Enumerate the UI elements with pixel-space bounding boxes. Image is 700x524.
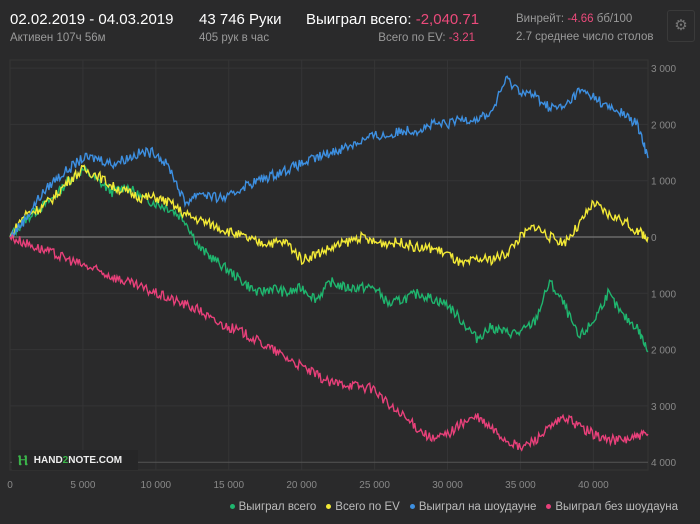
- legend-label: Выиграл всего: [238, 501, 317, 513]
- winrate: Винрейт: -4.66 бб/100: [516, 13, 632, 25]
- legend-item[interactable]: Всего по EV: [326, 501, 400, 513]
- profit-chart: 0 5 000 10 000 15 000 20 000 25 000 30 000 35 0…: [7, 59, 676, 491]
- series-line: [9, 75, 649, 238]
- legend-label: Выиграл без шоудауна: [555, 501, 678, 513]
- chart-legend: Выиграл всего Всего по EV Выиграл на шоуда…: [229, 501, 678, 513]
- legend-dot-icon: [409, 504, 415, 510]
- series-line: [9, 234, 649, 452]
- y-tick-label: 1 000: [651, 177, 676, 188]
- x-tick-label: 15 000: [213, 480, 244, 491]
- legend-dot-icon: [229, 504, 235, 510]
- legend-label: Всего по EV: [335, 501, 400, 513]
- hands-count: 43 746 Руки: [199, 11, 282, 28]
- y-tick-label: 0: [651, 233, 657, 244]
- series-line: [9, 165, 649, 353]
- winrate-value: -4.66: [567, 13, 594, 25]
- won-label: Выиграл всего:: [306, 11, 412, 28]
- winrate-label: Винрейт:: [516, 13, 565, 25]
- legend-dot-icon: [546, 504, 552, 510]
- logo-icon: Ⲏ: [18, 451, 28, 468]
- y-tick-label: 2 000: [651, 346, 676, 357]
- avg-tables: 2.7 среднее число столов: [516, 31, 654, 43]
- x-tick-label: 0: [7, 480, 13, 491]
- ev-total: Всего по EV: -3.21: [378, 32, 475, 44]
- stats-header: 02.02.2019 - 04.03.2019 Активен 107ч 56м…: [0, 0, 700, 50]
- ev-label: Всего по EV:: [378, 32, 446, 44]
- hands-per-hour: 405 рук в час: [199, 32, 270, 44]
- ev-value: -3.21: [448, 32, 475, 44]
- x-tick-label: 20 000: [286, 480, 317, 491]
- x-tick-label: 25 000: [359, 480, 390, 491]
- logo-text: HAND2NOTE.COM: [33, 454, 123, 466]
- won-total: Выиграл всего: -2,040.71: [306, 11, 479, 28]
- x-tick-label: 35 000: [505, 480, 536, 491]
- x-tick-label: 10 000: [141, 480, 172, 491]
- won-value: -2,040.71: [415, 11, 480, 28]
- y-tick-label: 3 000: [651, 402, 676, 413]
- x-tick-label: 30 000: [432, 480, 463, 491]
- legend-dot-icon: [326, 504, 332, 510]
- date-range: 02.02.2019 - 04.03.2019: [10, 11, 174, 28]
- legend-item[interactable]: Выиграл всего: [229, 501, 317, 513]
- winrate-unit: бб/100: [596, 13, 633, 25]
- x-tick-label: 40 000: [578, 480, 609, 491]
- gear-icon[interactable]: ⚙: [667, 10, 695, 42]
- y-tick-label: 4 000: [651, 458, 676, 469]
- x-tick-label: 5 000: [70, 480, 95, 491]
- active-time: Активен 107ч 56м: [10, 32, 106, 44]
- legend-item[interactable]: Выиграл без шоудауна: [546, 501, 678, 513]
- hand2note-logo: Ⲏ HAND2NOTE.COM: [12, 450, 138, 470]
- y-tick-label: 2 000: [651, 120, 676, 131]
- y-tick-label: 3 000: [651, 64, 676, 75]
- legend-label: Выиграл на шоудауне: [418, 501, 537, 513]
- plot-area: [9, 59, 649, 471]
- legend-item[interactable]: Выиграл на шоудауне: [409, 501, 537, 513]
- y-tick-label: 1 000: [651, 289, 676, 300]
